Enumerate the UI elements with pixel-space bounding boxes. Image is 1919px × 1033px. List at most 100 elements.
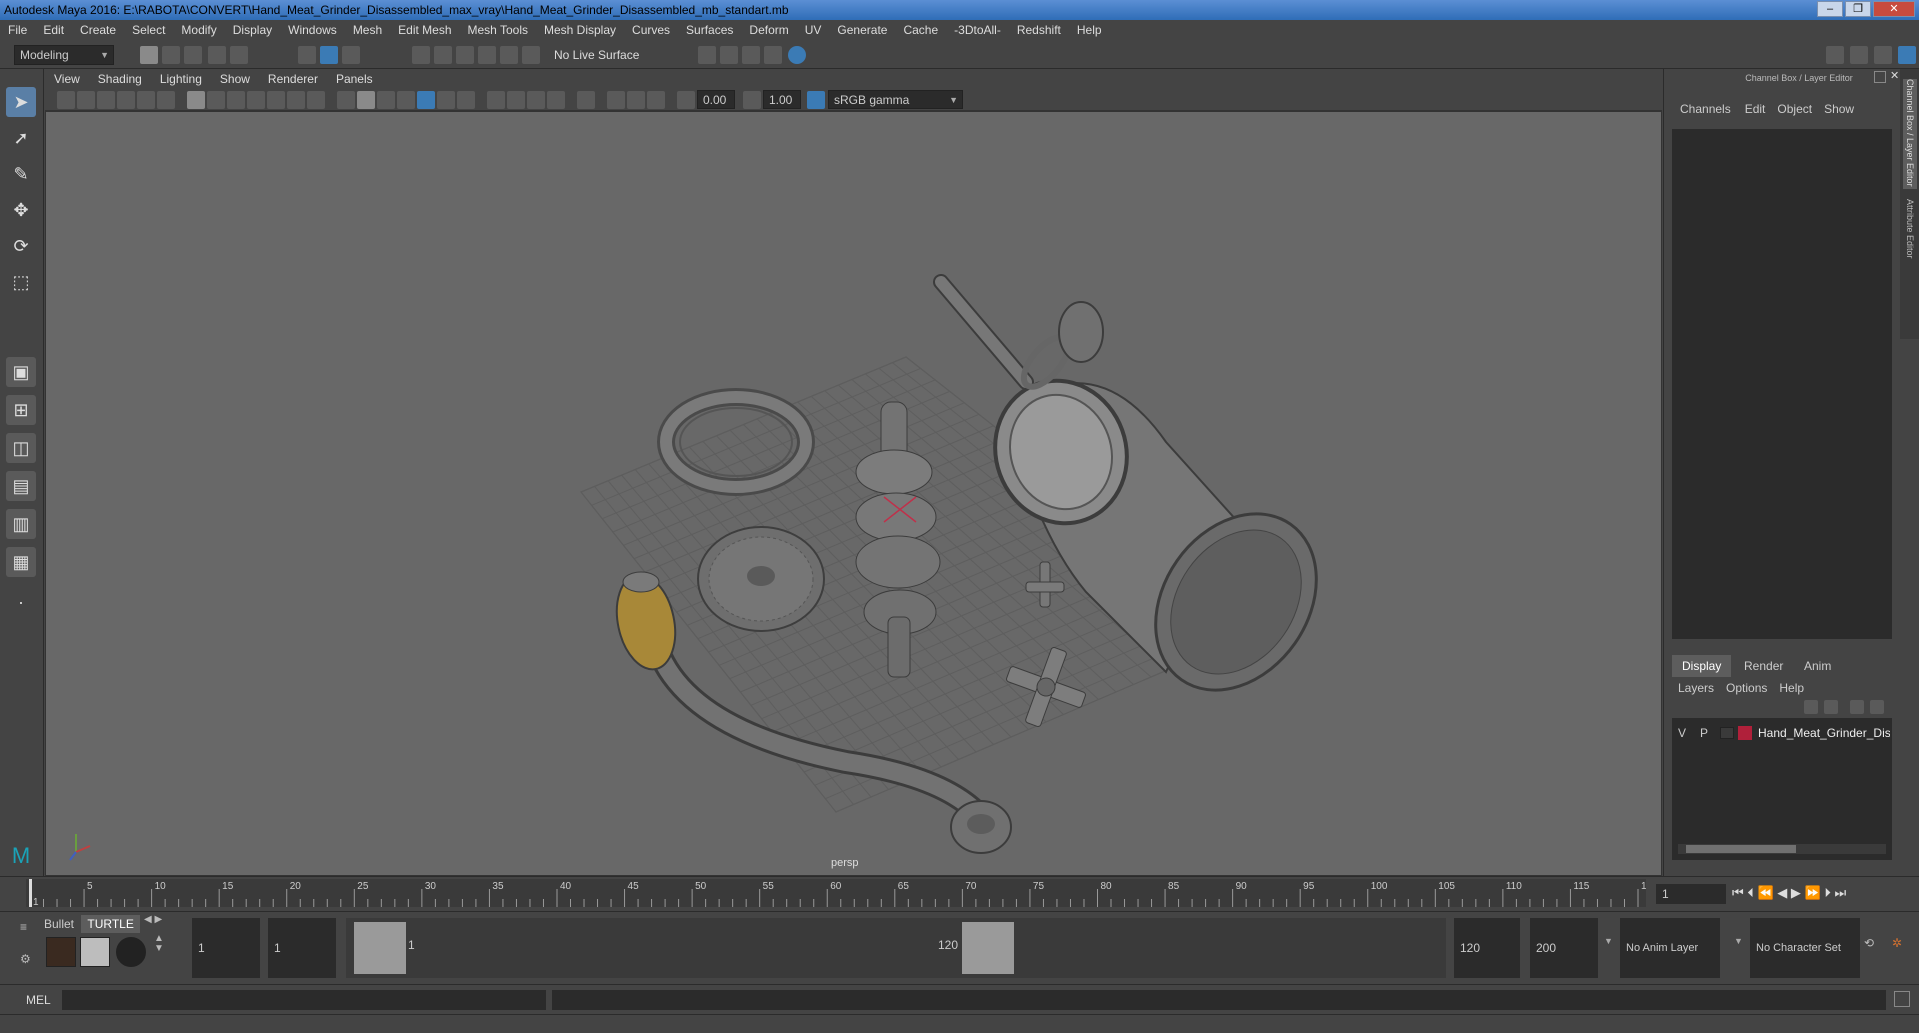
move-tool-icon[interactable]: ✥ bbox=[6, 195, 36, 225]
3d-viewport[interactable]: persp bbox=[45, 111, 1662, 876]
shelf-menu-icon[interactable]: ≡ bbox=[20, 920, 32, 934]
menu-file[interactable]: File bbox=[0, 20, 35, 41]
sphere-shelf-icon[interactable] bbox=[116, 937, 146, 967]
redshift-shelf-icon[interactable] bbox=[46, 937, 76, 967]
menu-generate[interactable]: Generate bbox=[829, 20, 895, 41]
new-scene-icon[interactable] bbox=[140, 46, 158, 64]
menu-mesh[interactable]: Mesh bbox=[345, 20, 390, 41]
use-all-lights-icon[interactable] bbox=[437, 91, 455, 109]
vp-menu-shading[interactable]: Shading bbox=[89, 69, 151, 89]
xray-joints-icon[interactable] bbox=[627, 91, 645, 109]
tab-display[interactable]: Display bbox=[1672, 655, 1732, 677]
screen-space-ao-icon[interactable] bbox=[487, 91, 505, 109]
range-track[interactable]: 1 120 bbox=[346, 918, 1446, 978]
menu-deform[interactable]: Deform bbox=[741, 20, 796, 41]
hypershade-icon[interactable] bbox=[764, 46, 782, 64]
play-backwards-icon[interactable]: ◀ bbox=[1777, 885, 1787, 900]
layer-playback-toggle[interactable]: P bbox=[1700, 724, 1708, 742]
tab-anim[interactable]: Anim bbox=[1794, 655, 1841, 677]
multisample-aa-icon[interactable] bbox=[527, 91, 545, 109]
grinder-body-object[interactable] bbox=[975, 362, 1349, 721]
shadows-icon[interactable] bbox=[457, 91, 475, 109]
anim-layer-dropdown[interactable]: No Anim Layer bbox=[1620, 918, 1720, 978]
playback-end-field[interactable]: 120 bbox=[1454, 918, 1520, 978]
clamp-screw-object[interactable] bbox=[933, 274, 1104, 394]
render-settings-icon[interactable] bbox=[698, 46, 716, 64]
range-end-handle[interactable] bbox=[962, 922, 1014, 974]
new-layer-selected-icon[interactable] bbox=[1870, 700, 1884, 714]
snap-grid-icon[interactable] bbox=[412, 46, 430, 64]
exposure-icon[interactable] bbox=[677, 91, 695, 109]
grease-pencil-icon[interactable] bbox=[157, 91, 175, 109]
current-frame-field[interactable]: 1 bbox=[1656, 884, 1726, 904]
isolate-select-icon[interactable] bbox=[577, 91, 595, 109]
layer-menu-layers[interactable]: Layers bbox=[1672, 681, 1720, 695]
smooth-shade-icon[interactable] bbox=[357, 91, 375, 109]
image-plane-icon[interactable] bbox=[117, 91, 135, 109]
resolution-gate-icon[interactable] bbox=[227, 91, 245, 109]
scale-tool-icon[interactable]: ⬚ bbox=[6, 267, 36, 297]
cb-menu-edit[interactable]: Edit bbox=[1739, 102, 1772, 116]
menu-curves[interactable]: Curves bbox=[624, 20, 678, 41]
side-tab-attribute-editor[interactable]: Attribute Editor bbox=[1903, 199, 1917, 289]
mode-dropdown[interactable]: Modeling ▼ bbox=[14, 45, 114, 65]
field-chart-icon[interactable] bbox=[267, 91, 285, 109]
vp-menu-lighting[interactable]: Lighting bbox=[151, 69, 211, 89]
four-view-layout-icon[interactable]: ⊞ bbox=[6, 395, 36, 425]
menu-cache[interactable]: Cache bbox=[895, 20, 946, 41]
step-forward-icon[interactable]: ⏵ bbox=[1824, 885, 1831, 900]
exposure-field[interactable]: 0.00 bbox=[697, 90, 735, 109]
maximize-button[interactable]: ❐ bbox=[1845, 1, 1871, 17]
menu-select[interactable]: Select bbox=[124, 20, 173, 41]
persp-graph-layout-icon[interactable]: ▥ bbox=[6, 509, 36, 539]
xray-icon[interactable] bbox=[607, 91, 625, 109]
channel-list[interactable] bbox=[1672, 129, 1892, 639]
side-by-side-layout-icon[interactable]: ◫ bbox=[6, 433, 36, 463]
command-language-label[interactable]: MEL bbox=[26, 993, 51, 1007]
new-empty-layer-icon[interactable] bbox=[1850, 700, 1864, 714]
snap-view-icon[interactable] bbox=[478, 46, 496, 64]
layer-scrollbar-thumb[interactable] bbox=[1686, 845, 1796, 853]
select-object-icon[interactable] bbox=[320, 46, 338, 64]
cb-menu-show[interactable]: Show bbox=[1818, 102, 1860, 116]
menu-mesh-tools[interactable]: Mesh Tools bbox=[460, 20, 536, 41]
menu-mesh-display[interactable]: Mesh Display bbox=[536, 20, 624, 41]
command-input[interactable] bbox=[62, 990, 546, 1010]
single-view-layout-icon[interactable]: ▣ bbox=[6, 357, 36, 387]
play-forwards-icon[interactable]: ▶ bbox=[1791, 885, 1801, 900]
lasso-tool-icon[interactable]: ➚ bbox=[6, 123, 36, 153]
playback-start-field[interactable]: 1 bbox=[268, 918, 336, 978]
make-live-icon[interactable] bbox=[522, 46, 540, 64]
wireframe-on-shaded-icon[interactable] bbox=[397, 91, 415, 109]
menu-create[interactable]: Create bbox=[72, 20, 124, 41]
redshift-render-icon[interactable] bbox=[788, 46, 806, 64]
menu-edit-mesh[interactable]: Edit Mesh bbox=[390, 20, 459, 41]
hypershade-layout-icon[interactable]: ▦ bbox=[6, 547, 36, 577]
cb-menu-channels[interactable]: Channels bbox=[1672, 102, 1739, 116]
layer-color-swatch[interactable] bbox=[1738, 726, 1752, 740]
side-tab-channel-box[interactable]: Channel Box / Layer Editor bbox=[1903, 79, 1917, 189]
step-back-icon[interactable]: ⏴ bbox=[1747, 885, 1754, 900]
render-view-icon[interactable] bbox=[720, 46, 738, 64]
menu-modify[interactable]: Modify bbox=[173, 20, 224, 41]
ipr-render-icon[interactable] bbox=[742, 46, 760, 64]
select-tool-icon[interactable]: ➤ bbox=[6, 87, 36, 117]
rotate-tool-icon[interactable]: ⟳ bbox=[6, 231, 36, 261]
layer-menu-help[interactable]: Help bbox=[1773, 681, 1810, 695]
select-component-icon[interactable] bbox=[342, 46, 360, 64]
vp-menu-panels[interactable]: Panels bbox=[327, 69, 382, 89]
vp-menu-view[interactable]: View bbox=[45, 69, 89, 89]
character-set-dropdown[interactable]: No Character Set bbox=[1750, 918, 1860, 978]
layer-visibility-toggle[interactable]: V bbox=[1678, 724, 1686, 742]
menu-edit[interactable]: Edit bbox=[35, 20, 72, 41]
material-shelf-icon[interactable] bbox=[80, 937, 110, 967]
menu-display[interactable]: Display bbox=[225, 20, 280, 41]
go-to-start-icon[interactable]: ⏮ bbox=[1732, 885, 1744, 900]
menu-redshift[interactable]: Redshift bbox=[1009, 20, 1069, 41]
vp-menu-renderer[interactable]: Renderer bbox=[259, 69, 327, 89]
move-layer-up-icon[interactable] bbox=[1804, 700, 1818, 714]
menu-windows[interactable]: Windows bbox=[280, 20, 345, 41]
save-scene-icon[interactable] bbox=[184, 46, 202, 64]
color-space-dropdown[interactable]: sRGB gamma ▼ bbox=[828, 90, 963, 109]
default-material-icon[interactable] bbox=[377, 91, 395, 109]
